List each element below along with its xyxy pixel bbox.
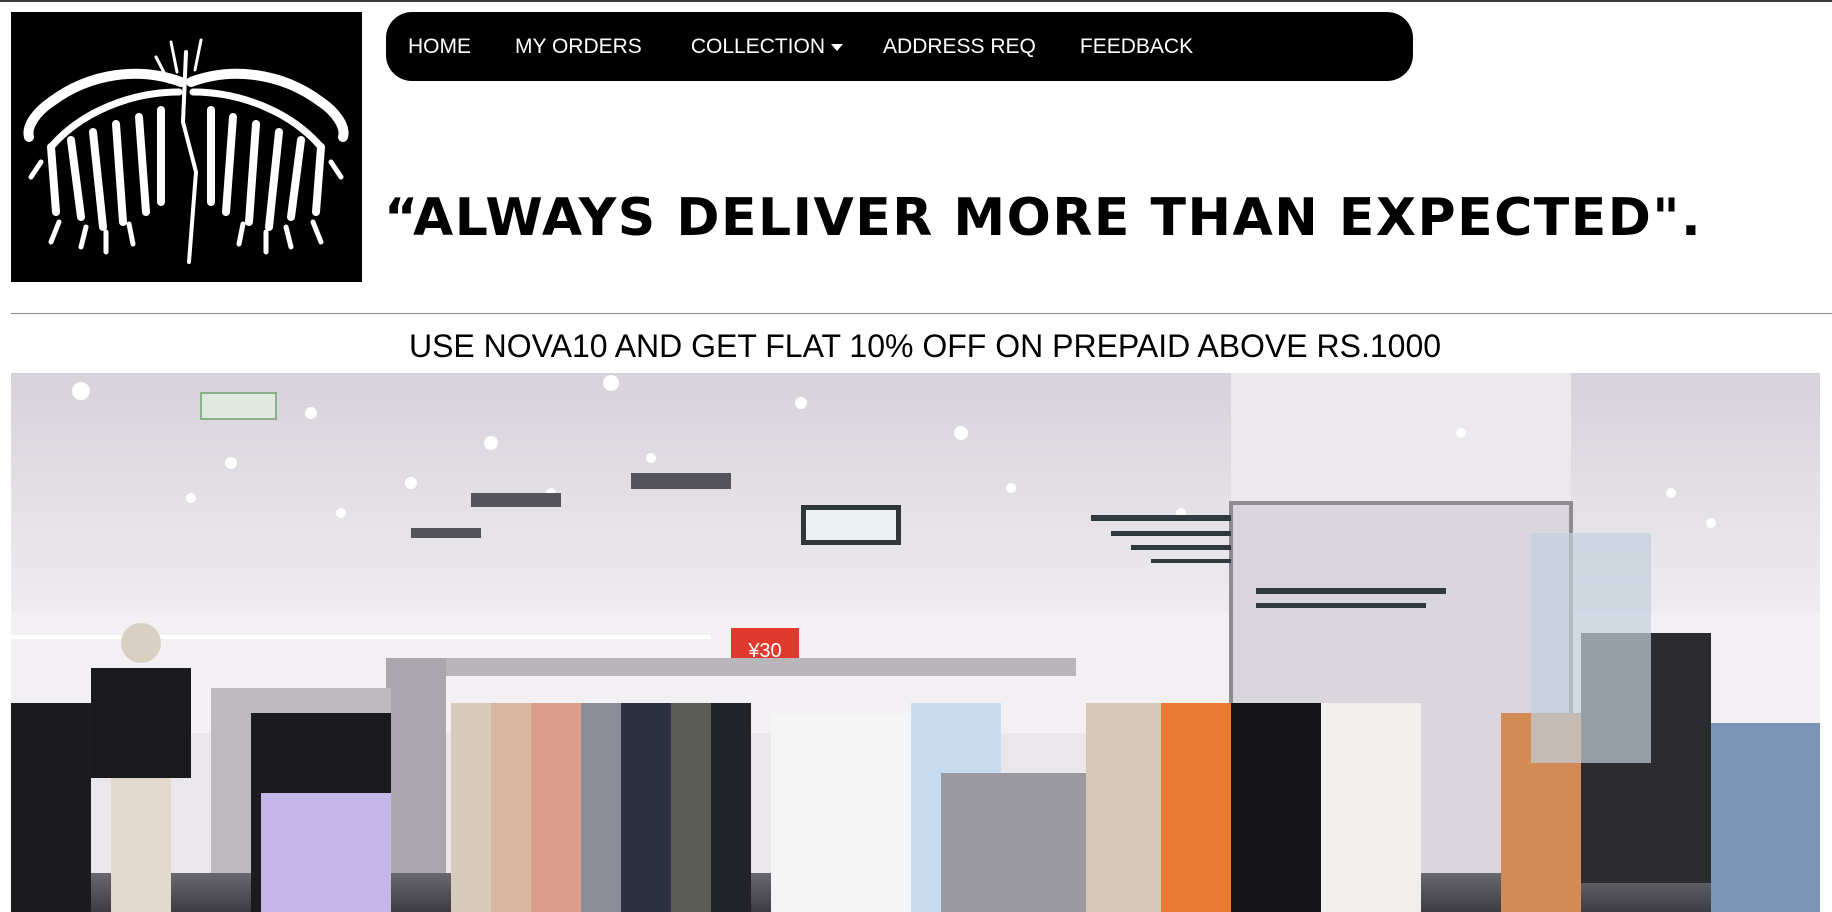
nav-collection-dropdown[interactable]: COLLECTION [690, 34, 844, 59]
brand-tagline: “ALWAYS DELIVER MORE THAN EXPECTED". [384, 188, 1703, 248]
angel-wings-logo-icon [11, 12, 362, 282]
caret-down-icon [831, 44, 844, 51]
nav-home[interactable]: HOME [408, 35, 471, 59]
nav-feedback[interactable]: FEEDBACK [1080, 35, 1193, 59]
nav-my-orders[interactable]: MY ORDERS [515, 35, 642, 59]
promo-banner-text: USE NOVA10 AND GET FLAT 10% OFF ON PREPA… [408, 328, 1442, 364]
clothing-store-interior-image: ¥30 [11, 373, 1820, 912]
nav-collection-label: COLLECTION [690, 34, 826, 58]
header-divider [11, 313, 1832, 314]
top-rule [0, 0, 1832, 2]
nav-address-req[interactable]: ADDRESS REQ [883, 35, 1036, 59]
main-navbar: HOME MY ORDERS COLLECTION ADDRESS REQ FE… [386, 12, 1413, 81]
brand-logo[interactable] [11, 12, 362, 282]
